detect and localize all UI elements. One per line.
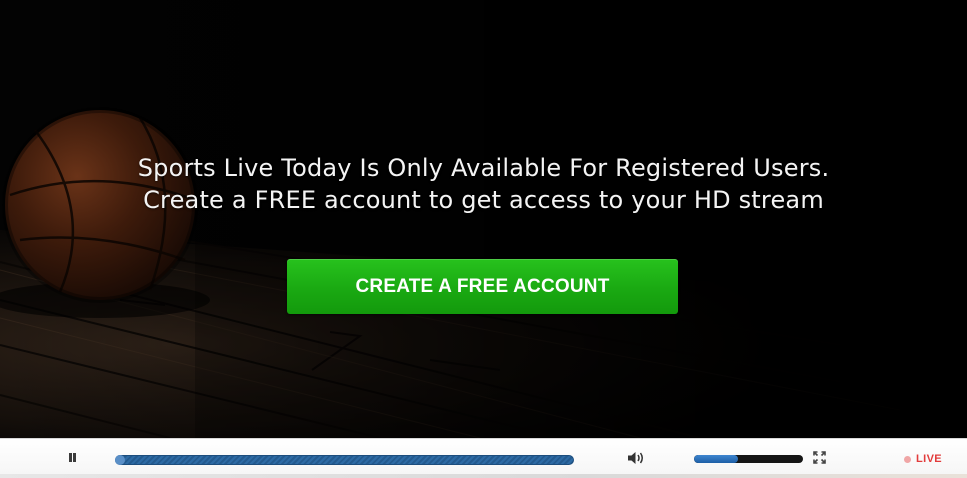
basketball-court-background (0, 0, 967, 438)
video-player: Sports Live Today Is Only Available For … (0, 0, 967, 478)
pause-icon[interactable] (64, 450, 80, 466)
registration-message: Sports Live Today Is Only Available For … (0, 152, 967, 216)
player-control-bar: LIVE (0, 438, 967, 478)
seek-bar[interactable] (115, 455, 574, 465)
speaker-icon[interactable] (626, 449, 646, 467)
volume-slider[interactable] (694, 455, 803, 463)
volume-level-fill (694, 455, 738, 463)
live-label: LIVE (916, 453, 943, 465)
live-dot-icon (904, 455, 911, 463)
message-line-2: Create a FREE account to get access to y… (143, 186, 824, 214)
seek-handle[interactable] (115, 455, 125, 465)
fullscreen-icon[interactable] (813, 451, 826, 464)
create-free-account-button[interactable]: CREATE A FREE ACCOUNT (287, 259, 678, 314)
player-bottom-edge (0, 474, 967, 478)
video-stage[interactable]: Sports Live Today Is Only Available For … (0, 0, 967, 438)
live-badge: LIVE (904, 452, 942, 466)
message-line-1: Sports Live Today Is Only Available For … (137, 154, 830, 182)
